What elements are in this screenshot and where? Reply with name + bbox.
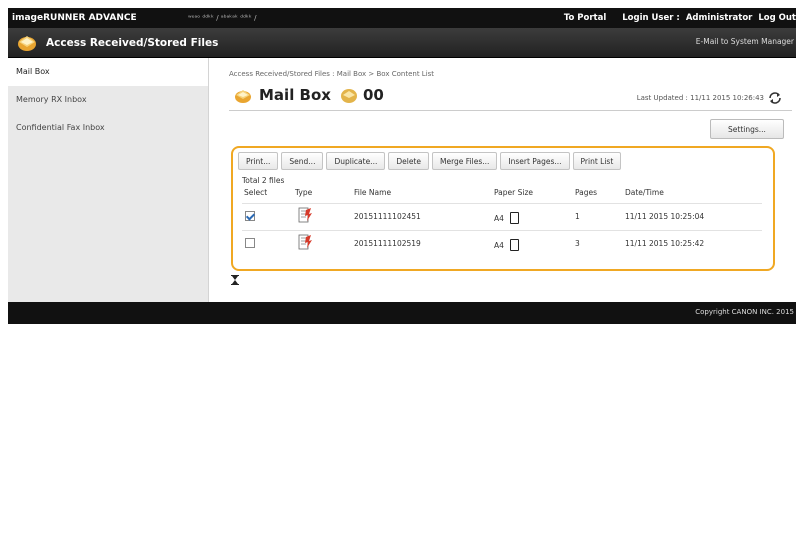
mail-box-icon: [233, 86, 253, 104]
page-title: Access Received/Stored Files: [46, 36, 219, 49]
settings-button[interactable]: Settings...: [710, 119, 784, 139]
copyright: Copyright CANON INC. 2015: [695, 308, 794, 316]
top-bar: imageRUNNER ADVANCE ʷᵉᵃᵒ ᵈᵈᵏᵏ / ᵃᵇᵃᵏᵃᵏ ᵈ…: [8, 8, 796, 28]
table-header: Select Type File Name Paper Size Pages D…: [242, 188, 762, 202]
main-content: Access Received/Stored Files : Mail Box …: [209, 58, 796, 302]
table-row: 20151111102519 A4 3 11/11 2015 10:25:42: [242, 231, 762, 257]
email-system-manager-link[interactable]: E-Mail to System Manager: [696, 37, 794, 46]
login-user-label: Login User :: [622, 13, 680, 23]
select-checkbox[interactable]: [245, 211, 255, 221]
header-select: Select: [244, 188, 268, 197]
header-divider: [229, 110, 792, 111]
paper-size-text: A4: [494, 240, 504, 250]
file-list-panel: Print... Send... Duplicate... Delete Mer…: [231, 146, 775, 271]
paper-portrait-icon: [509, 239, 519, 251]
stored-files-icon: [16, 32, 38, 54]
refresh-icon[interactable]: [768, 92, 782, 104]
login-user-name: Administrator: [685, 13, 753, 23]
insert-pages-button[interactable]: Insert Pages...: [500, 152, 570, 170]
mailbox-heading: Mail Box 00: [233, 86, 384, 104]
pages-cell: 1: [575, 212, 580, 221]
header-datetime: Date/Time: [625, 188, 664, 197]
logout-link[interactable]: Log Out: [758, 13, 796, 23]
file-type-icon: [297, 233, 313, 251]
duplicate-button[interactable]: Duplicate...: [326, 152, 386, 170]
top-right-links: To Portal Login User : Administrator Log…: [564, 8, 796, 28]
box-icon: [339, 86, 359, 104]
pages-cell: 3: [575, 239, 580, 248]
header-type: Type: [295, 188, 313, 197]
sidebar-item-mail-box[interactable]: Mail Box: [8, 58, 208, 86]
paper-size-text: A4: [494, 213, 504, 223]
file-type-icon: [297, 206, 313, 224]
print-list-button[interactable]: Print List: [572, 152, 622, 170]
file-name-link[interactable]: 20151111102451: [354, 212, 421, 221]
last-updated: Last Updated : 11/11 2015 10:26:43: [637, 92, 782, 104]
print-button[interactable]: Print...: [238, 152, 279, 170]
sidebar-item-confidential-fax-inbox[interactable]: Confidential Fax Inbox: [8, 114, 208, 142]
box-number: 00: [362, 86, 384, 104]
last-updated-text: Last Updated : 11/11 2015 10:26:43: [636, 94, 764, 102]
file-toolbar: Print... Send... Duplicate... Delete Mer…: [238, 152, 622, 170]
footer: Copyright CANON INC. 2015: [8, 302, 796, 324]
datetime-cell: 11/11 2015 10:25:42: [625, 239, 705, 248]
select-checkbox[interactable]: [245, 238, 255, 248]
file-name-link[interactable]: 20151111102519: [354, 239, 421, 248]
delete-button[interactable]: Delete: [388, 152, 429, 170]
sidebar-item-memory-rx-inbox[interactable]: Memory RX Inbox: [8, 86, 208, 114]
header-pages: Pages: [575, 188, 598, 197]
send-button[interactable]: Send...: [281, 152, 324, 170]
brand-logo: imageRUNNER ADVANCE: [12, 13, 137, 23]
to-portal-link[interactable]: To Portal: [564, 13, 606, 23]
merge-files-button[interactable]: Merge Files...: [432, 152, 498, 170]
datetime-cell: 11/11 2015 10:25:04: [625, 212, 705, 221]
breadcrumb: Access Received/Stored Files : Mail Box …: [229, 70, 435, 78]
device-name: ʷᵉᵃᵒ ᵈᵈᵏᵏ / ᵃᵇᵃᵏᵃᵏ ᵈᵈᵏᵏ /: [188, 14, 257, 22]
paper-size-cell: A4: [494, 239, 519, 251]
title-bar: Access Received/Stored Files E-Mail to S…: [8, 28, 796, 58]
mailbox-title: Mail Box: [259, 86, 331, 104]
sidebar: Mail Box Memory RX Inbox Confidential Fa…: [8, 58, 209, 302]
hourglass-icon: [231, 275, 239, 285]
header-file-name: File Name: [354, 188, 392, 197]
table-row: 20151111102451 A4 1 11/11 2015 10:25:04: [242, 204, 762, 230]
total-files: Total 2 files: [242, 176, 285, 185]
paper-size-cell: A4: [494, 212, 519, 224]
paper-portrait-icon: [509, 212, 519, 224]
header-paper-size: Paper Size: [494, 188, 534, 197]
